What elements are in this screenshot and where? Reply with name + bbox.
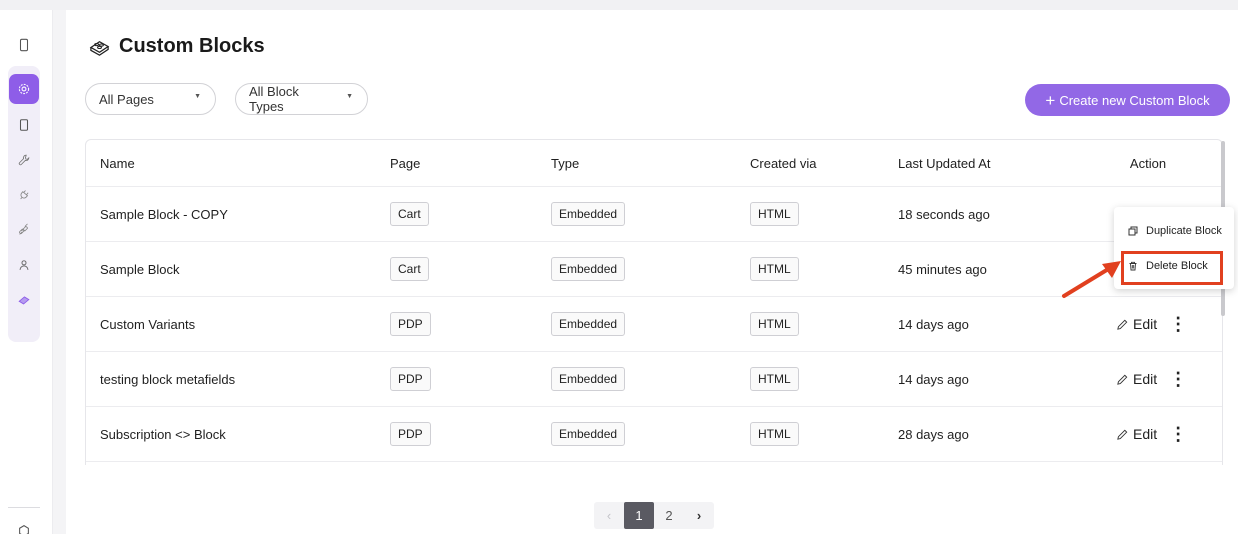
- annotation-arrow: [1062, 261, 1121, 298]
- package-icon: [19, 525, 29, 534]
- type-tag: Embedded: [551, 202, 626, 226]
- row-actions: Edit ⋮: [1116, 352, 1216, 406]
- created-via-tag: HTML: [750, 257, 799, 281]
- block-name[interactable]: Custom Variants: [100, 297, 195, 351]
- table-row[interactable]: Sample Block - COPY Cart Embedded HTML 1…: [86, 187, 1222, 242]
- edit-label: Edit: [1133, 316, 1158, 332]
- page-2-button[interactable]: 2: [654, 502, 684, 529]
- rail-item-users[interactable]: [9, 250, 39, 280]
- custom-blocks-table: Name Page Type Created via Last Updated …: [85, 139, 1223, 465]
- block-name[interactable]: Sample Block - COPY: [100, 187, 228, 241]
- left-rail: [0, 10, 53, 534]
- next-page-button[interactable]: ›: [684, 502, 714, 529]
- edit-label: Edit: [1133, 426, 1158, 442]
- more-actions-button[interactable]: ⋮: [1169, 315, 1187, 333]
- last-updated: 14 days ago: [898, 316, 969, 332]
- block-name[interactable]: testing block metafields: [100, 352, 235, 406]
- settings-button[interactable]: [9, 74, 39, 104]
- last-updated: 28 days ago: [898, 426, 969, 442]
- edit-label: Edit: [1133, 371, 1158, 387]
- page-1-button[interactable]: 1: [624, 502, 654, 529]
- block-icon: [18, 296, 30, 305]
- block-name[interactable]: Subscription <> Block: [100, 407, 226, 461]
- header-name: Name: [100, 155, 135, 171]
- chevron-down-icon: ▼: [194, 92, 201, 100]
- last-updated: 18 seconds ago: [898, 206, 990, 222]
- created-via-tag: HTML: [750, 312, 799, 336]
- table-row[interactable]: testing block metafields PDP Embedded HT…: [86, 352, 1222, 407]
- plug-icon: [20, 190, 29, 200]
- header-page: Page: [390, 155, 421, 171]
- created-via-tag: HTML: [750, 367, 799, 391]
- page-tag: PDP: [390, 422, 431, 446]
- created-via-tag: HTML: [750, 422, 799, 446]
- type-tag: Embedded: [551, 312, 626, 336]
- tablet-icon: [19, 119, 29, 131]
- created-via-tag: HTML: [750, 202, 799, 226]
- settings-gear-icon: [18, 83, 30, 95]
- type-tag: Embedded: [551, 422, 626, 446]
- page-tag: Cart: [390, 202, 429, 226]
- last-updated: 14 days ago: [898, 371, 969, 387]
- block-name[interactable]: Sample Block: [100, 242, 179, 296]
- rail-item-pages[interactable]: [9, 110, 39, 140]
- duplicate-block-label: Duplicate Block: [1146, 225, 1222, 237]
- rail-item-integrations[interactable]: [9, 180, 39, 210]
- header-type: Type: [551, 155, 580, 171]
- rail-item-links[interactable]: [9, 215, 39, 245]
- rail-item-custom-blocks[interactable]: [9, 285, 39, 315]
- device-phone-icon[interactable]: [9, 30, 39, 60]
- header-last-updated: Last Updated At: [898, 155, 991, 171]
- highlight-box: [1121, 251, 1223, 285]
- header-created-via: Created via: [750, 155, 817, 171]
- pages-filter-label: All Pages: [99, 91, 154, 107]
- more-actions-button[interactable]: ⋮: [1169, 370, 1187, 388]
- link-icon: [19, 223, 28, 235]
- row-actions: Edit ⋮: [1116, 297, 1216, 351]
- last-updated: 45 minutes ago: [898, 261, 987, 277]
- block-types-filter-select[interactable]: All Block Types ▼: [235, 83, 368, 115]
- prev-page-button[interactable]: ‹: [594, 502, 624, 529]
- pencil-icon: [1117, 374, 1128, 385]
- top-strip: [0, 0, 1238, 10]
- create-custom-block-button[interactable]: + Create new Custom Block: [1025, 84, 1230, 116]
- table-header-row: Name Page Type Created via Last Updated …: [86, 140, 1222, 187]
- type-tag: Embedded: [551, 257, 626, 281]
- rail-item-tools[interactable]: [9, 145, 39, 175]
- pages-filter-select[interactable]: All Pages ▼: [85, 83, 216, 115]
- plus-icon: +: [1045, 90, 1056, 110]
- copy-icon: [1128, 226, 1138, 236]
- edit-button[interactable]: Edit: [1116, 371, 1157, 387]
- pagination: ‹ 1 2 ›: [594, 502, 714, 529]
- chevron-down-icon: ▼: [346, 92, 353, 100]
- more-actions-button[interactable]: ⋮: [1169, 425, 1187, 443]
- table-row[interactable]: Subscription <> Block PDP Embedded HTML …: [86, 407, 1222, 462]
- duplicate-block-menu-item[interactable]: Duplicate Block: [1114, 218, 1234, 244]
- block-types-filter-label: All Block Types: [249, 84, 299, 114]
- rail-item-package[interactable]: [9, 515, 39, 534]
- type-tag: Embedded: [551, 367, 626, 391]
- rail-divider: [8, 507, 40, 508]
- page-header: Custom Blocks: [88, 33, 265, 59]
- page-tag: PDP: [390, 312, 431, 336]
- wrench-icon: [18, 154, 30, 166]
- create-button-label: Create new Custom Block: [1059, 92, 1210, 108]
- header-action: Action: [1129, 155, 1167, 171]
- page-tag: PDP: [390, 367, 431, 391]
- pencil-icon: [1117, 319, 1128, 330]
- table-row[interactable]: Custom Variants PDP Embedded HTML 14 day…: [86, 297, 1222, 352]
- lego-block-icon: [89, 40, 110, 56]
- page-tag: Cart: [390, 257, 429, 281]
- row-actions: Edit ⋮: [1116, 407, 1216, 461]
- page-title: Custom Blocks: [119, 34, 265, 57]
- phone-icon: [19, 38, 29, 52]
- table-row[interactable]: Sample Block Cart Embedded HTML 45 minut…: [86, 242, 1222, 297]
- pencil-icon: [1117, 429, 1128, 440]
- user-icon: [19, 260, 29, 270]
- edit-button[interactable]: Edit: [1116, 316, 1157, 332]
- edit-button[interactable]: Edit: [1116, 426, 1157, 442]
